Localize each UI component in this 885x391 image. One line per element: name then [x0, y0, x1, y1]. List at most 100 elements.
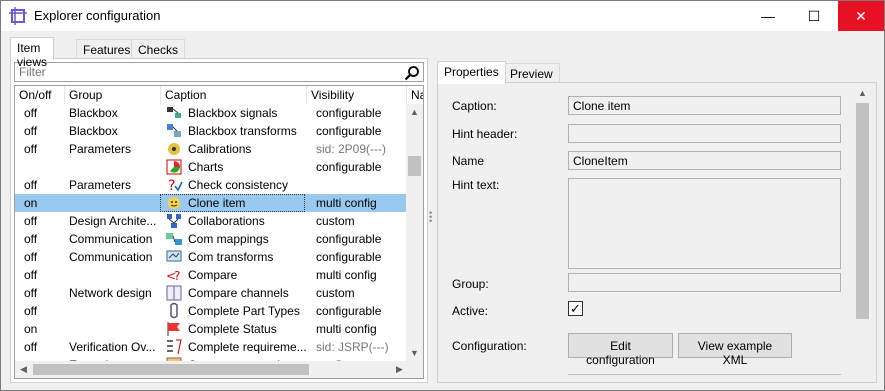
- com-transforms-icon: [166, 250, 182, 262]
- table-row[interactable]: off Design Archite... Collaborations custom: [15, 212, 408, 230]
- row-on-off[interactable]: off: [24, 214, 64, 228]
- row-visibility[interactable]: configurable: [316, 124, 406, 138]
- table-row[interactable]: off Blackbox Blackbox transforms configurab…: [15, 122, 408, 140]
- table-row[interactable]: off Verification Ov... Complete requireme.…: [15, 338, 408, 356]
- tab-features[interactable]: Features: [76, 39, 138, 59]
- close-button[interactable]: ✕: [838, 1, 884, 31]
- collaborations-icon: [167, 214, 181, 228]
- title-bar[interactable]: Explorer configuration — ☐ ✕: [1, 1, 884, 31]
- row-visibility[interactable]: configurable: [316, 232, 406, 246]
- view-example-xml-button[interactable]: View example XML: [678, 333, 792, 367]
- row-visibility[interactable]: multi config: [316, 268, 406, 282]
- calibrations-icon: [168, 143, 180, 155]
- table-row[interactable]: on Clone item multi config: [15, 194, 408, 212]
- row-caption: Complete requireme...: [188, 340, 306, 354]
- table-row[interactable]: off Blackbox Blackbox signals configurable: [15, 104, 408, 122]
- hint-header-label: Hint header:: [452, 127, 518, 141]
- table-row[interactable]: off Complete Part Types configurable: [15, 302, 408, 320]
- scroll-thumb[interactable]: [408, 156, 421, 176]
- search-icon[interactable]: [404, 65, 420, 81]
- caption-field[interactable]: Clone item: [568, 96, 841, 115]
- row-on-off[interactable]: off: [24, 106, 64, 120]
- hint-text-label: Hint text:: [452, 178, 500, 192]
- row-on-off[interactable]: off: [24, 304, 64, 318]
- horizontal-scroll-thumb[interactable]: [33, 364, 309, 375]
- grid-rows: off Blackbox Blackbox signals configurable o…: [15, 104, 408, 362]
- row-visibility[interactable]: configurable: [316, 304, 406, 318]
- column-header-on-off[interactable]: On/off: [15, 86, 65, 104]
- table-row[interactable]: off Parameters? Check consistency: [15, 176, 408, 194]
- tab-checks[interactable]: Checks: [131, 39, 186, 59]
- window-title: Explorer configuration: [34, 8, 161, 23]
- svg-text:?: ?: [168, 178, 175, 194]
- row-caption: Blackbox signals: [188, 106, 278, 120]
- row-visibility[interactable]: configurable: [316, 160, 406, 174]
- tab-item-views[interactable]: Item views: [10, 37, 55, 69]
- filter-box[interactable]: [14, 62, 424, 82]
- row-on-off[interactable]: off: [24, 340, 64, 354]
- column-header-visibility[interactable]: Visibility: [307, 86, 407, 104]
- row-on-off[interactable]: off: [24, 142, 64, 156]
- scroll-up-arrow[interactable]: ▲: [406, 104, 423, 121]
- row-visibility[interactable]: custom: [316, 214, 406, 228]
- minimize-button[interactable]: —: [745, 1, 791, 31]
- name-field[interactable]: CloneItem: [568, 151, 841, 170]
- complete-status-icon: [167, 322, 180, 336]
- row-on-off[interactable]: off: [24, 178, 64, 192]
- table-row[interactable]: on Complete Status multi config: [15, 320, 408, 338]
- hint-text-area[interactable]: [568, 178, 841, 269]
- column-header-name[interactable]: Na: [407, 86, 423, 104]
- row-visibility[interactable]: configurable: [316, 106, 406, 120]
- row-caption: Complete Part Types: [188, 304, 300, 318]
- hint-header-field[interactable]: [568, 124, 841, 143]
- properties-panel: Caption: Clone item Hint header: Name Cl…: [437, 82, 877, 383]
- properties-scroll-up-arrow[interactable]: ▲: [854, 85, 871, 102]
- row-on-off[interactable]: off: [24, 286, 64, 300]
- row-on-off[interactable]: off: [24, 268, 64, 282]
- row-group: Communication: [69, 232, 153, 246]
- row-on-off[interactable]: off: [24, 124, 64, 138]
- edit-configuration-button[interactable]: Edit configuration: [568, 333, 673, 367]
- row-caption: Blackbox transforms: [188, 124, 297, 138]
- row-group: Verification Ov...: [69, 340, 156, 354]
- row-on-off[interactable]: off: [24, 232, 64, 246]
- row-caption: Com transforms: [188, 250, 274, 264]
- row-visibility[interactable]: sid: 2P09(---): [316, 142, 406, 156]
- scroll-left-arrow[interactable]: ◀: [15, 361, 32, 378]
- row-on-off[interactable]: on: [24, 322, 64, 336]
- table-row[interactable]: off Communication Com transforms configurab…: [15, 248, 408, 266]
- row-visibility[interactable]: multi config: [316, 196, 406, 210]
- active-checkbox[interactable]: ✓: [568, 301, 583, 316]
- table-row[interactable]: off Network design Compare channels custom: [15, 284, 408, 302]
- tab-properties[interactable]: Properties: [437, 61, 506, 84]
- properties-scroll-thumb[interactable]: [856, 103, 869, 319]
- row-visibility[interactable]: multi config: [316, 322, 406, 336]
- row-visibility[interactable]: configurable: [316, 250, 406, 264]
- group-field[interactable]: [568, 273, 841, 292]
- tab-preview[interactable]: Preview: [503, 63, 560, 83]
- active-label: Active:: [452, 304, 489, 318]
- column-header-caption[interactable]: Caption: [161, 86, 307, 104]
- row-group: Design Archite...: [69, 214, 157, 228]
- column-header-group[interactable]: Group: [65, 86, 161, 104]
- row-caption: Check consistency: [188, 178, 289, 192]
- group-label: Group:: [452, 277, 489, 291]
- row-on-off[interactable]: off: [24, 250, 64, 264]
- charts-icon: [166, 159, 182, 175]
- maximize-button[interactable]: ☐: [791, 1, 837, 31]
- filter-input[interactable]: [15, 63, 395, 81]
- blackbox-transforms-icon: [167, 124, 181, 137]
- table-row[interactable]: Charts configurable: [15, 158, 408, 176]
- table-row[interactable]: off <? Compare multi config: [15, 266, 408, 284]
- properties-vertical-scrollbar[interactable]: ▲: [854, 85, 871, 382]
- grid-horizontal-scrollbar[interactable]: ◀ ▶: [15, 361, 408, 378]
- table-row[interactable]: off Communication Com mappings configurable: [15, 230, 408, 248]
- row-on-off[interactable]: on: [24, 196, 64, 210]
- compare-channels-icon: [166, 285, 182, 301]
- row-visibility[interactable]: sid: JSRP(---): [316, 340, 406, 354]
- grid-vertical-scrollbar[interactable]: ▲ ▼: [406, 104, 423, 362]
- row-visibility[interactable]: custom: [316, 286, 406, 300]
- scroll-down-arrow[interactable]: ▼: [406, 345, 423, 362]
- splitter-grip[interactable]: • • •: [429, 209, 433, 226]
- table-row[interactable]: off Parameters Calibrations sid: 2P09(---): [15, 140, 408, 158]
